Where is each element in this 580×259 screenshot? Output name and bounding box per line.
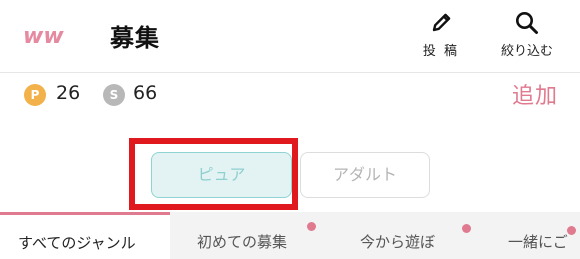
s-point-value: 66	[133, 82, 158, 104]
search-icon	[516, 12, 538, 34]
post-button[interactable]: 投 稿	[406, 8, 476, 64]
new-dot-indicator	[462, 224, 471, 233]
svg-text:ww: ww	[23, 24, 64, 48]
pencil-icon	[432, 13, 451, 32]
add-points-link[interactable]: 追加	[512, 78, 558, 110]
tab-together[interactable]: 一緒にご	[508, 212, 568, 259]
ww-logo[interactable]: ww	[22, 24, 70, 48]
post-label: 投 稿	[422, 44, 460, 59]
tab-all-genres[interactable]: すべてのジャンル	[0, 212, 170, 259]
app-screen: ww 募集 投 稿 絞り込む P 26 S 66 追加 ピュア アダルト すべて…	[0, 0, 580, 259]
p-point-icon: P	[24, 84, 46, 106]
filter-label: 絞り込む	[500, 44, 553, 59]
filter-button[interactable]: 絞り込む	[487, 8, 567, 64]
s-point-icon: S	[103, 84, 125, 106]
tab-first-recruitment[interactable]: 初めての募集	[197, 212, 287, 259]
new-dot-indicator	[567, 226, 576, 235]
header: ww 募集 投 稿 絞り込む	[0, 0, 580, 70]
page-title: 募集	[110, 24, 160, 52]
tab-play-now[interactable]: 今から遊ぼ	[360, 212, 435, 259]
header-divider	[0, 72, 580, 73]
points-row: P 26 S 66 追加	[0, 76, 580, 112]
new-dot-indicator	[307, 222, 316, 231]
genre-tabs: すべてのジャンル 初めての募集 今から遊ぼ 一緒にご	[0, 212, 580, 259]
segment-adult[interactable]: アダルト	[300, 152, 430, 198]
p-point-value: 26	[56, 82, 81, 104]
segment-pure[interactable]: ピュア	[151, 152, 292, 198]
